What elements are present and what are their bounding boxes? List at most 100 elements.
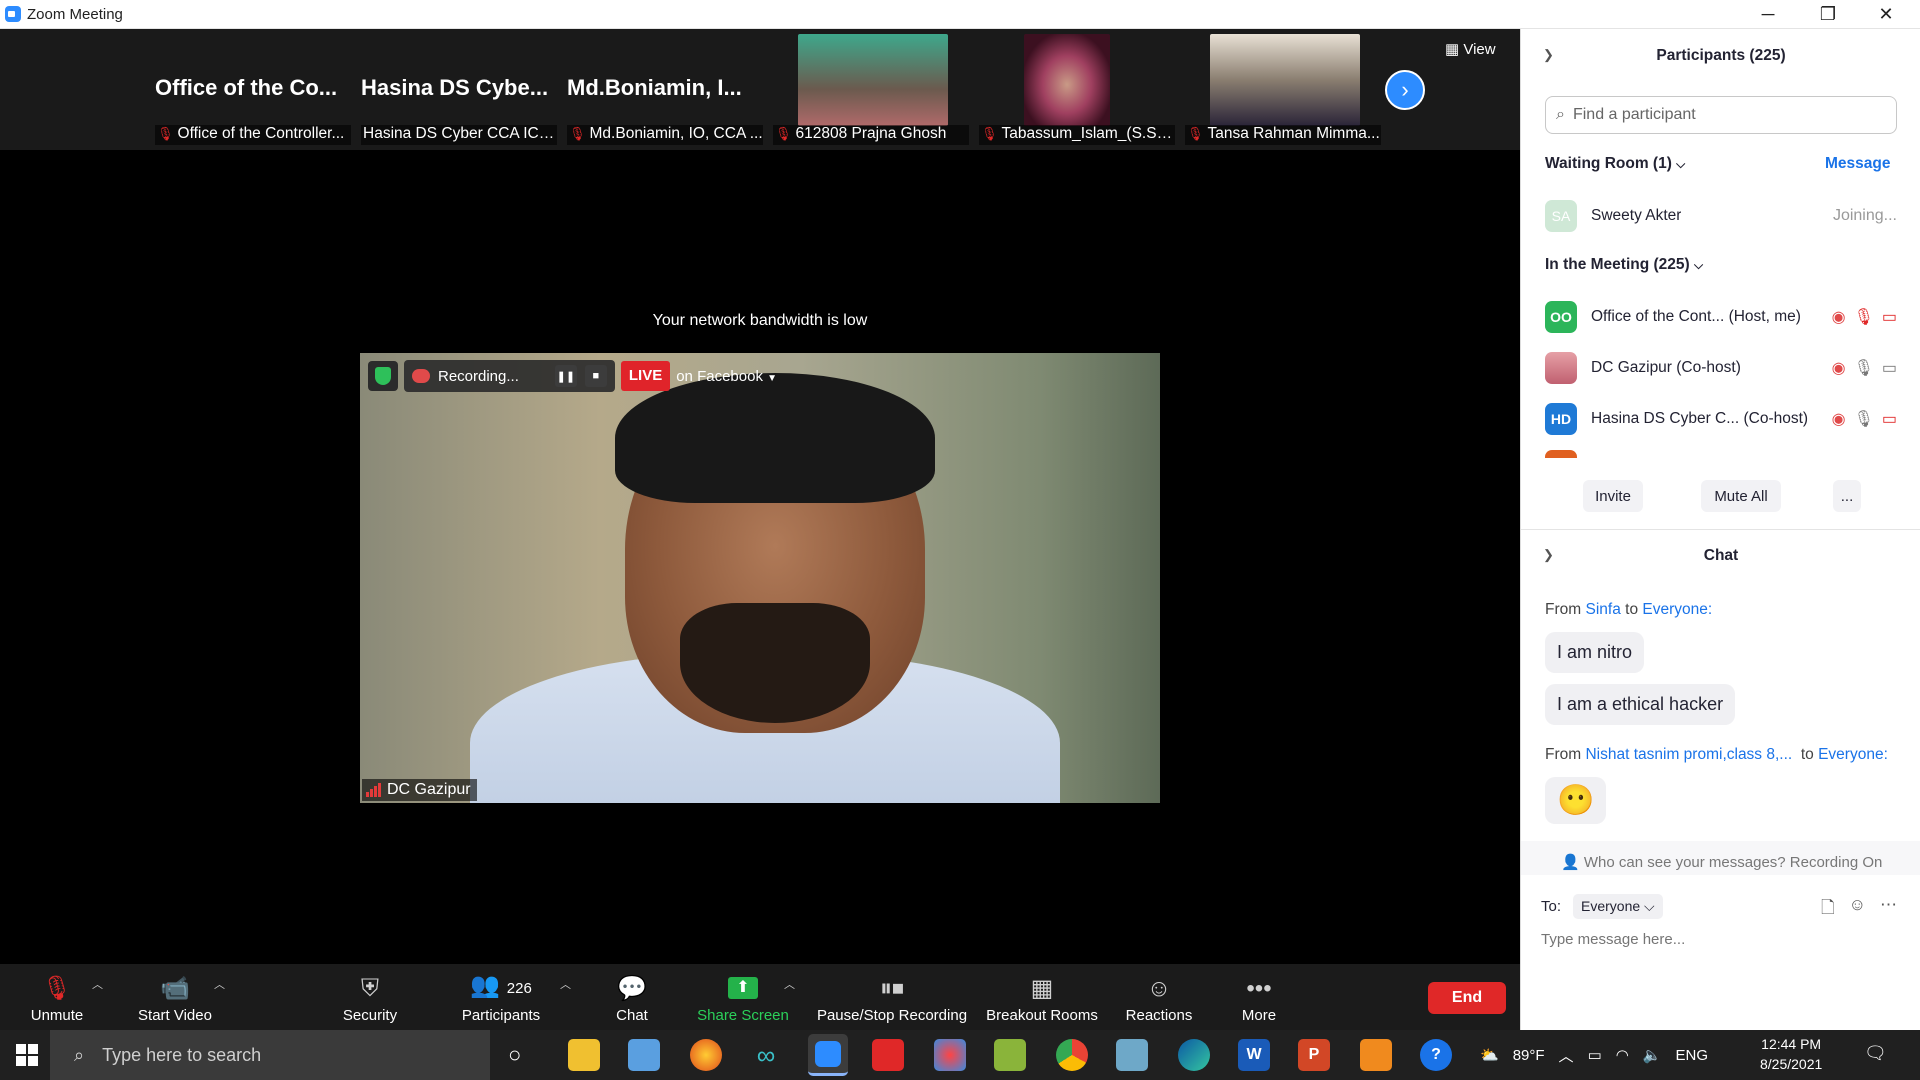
close-button[interactable]: ✕ — [1858, 0, 1914, 29]
minimize-button[interactable]: ─ — [1740, 0, 1796, 29]
file-explorer-icon[interactable] — [568, 1039, 600, 1071]
stop-recording-button[interactable]: ■ — [584, 365, 607, 387]
start-video-button[interactable]: 📹 Start Video — [128, 964, 222, 1030]
next-page-button[interactable]: › — [1385, 70, 1425, 110]
strip-tile[interactable]: 🎙 612808 Prajna Ghosh — [768, 29, 970, 150]
participants-caret[interactable]: ︿ — [560, 976, 571, 992]
live-destination-dropdown[interactable]: on Facebook ▼ — [676, 368, 777, 385]
weather-icon[interactable]: ⛅ — [1480, 1046, 1499, 1064]
pause-recording-button[interactable]: ❚❚ — [554, 365, 577, 387]
emoji-icon[interactable]: ☺ — [1849, 895, 1866, 924]
security-button[interactable]: ⛨ Security — [335, 964, 405, 1030]
strip-tile[interactable]: Md.Boniamin, I... 🎙 Md.Boniamin, IO, CCA … — [562, 29, 764, 150]
infinity-app-icon[interactable]: ∞ — [750, 1039, 782, 1071]
cloud-record-icon — [412, 369, 430, 383]
wifi-icon[interactable]: ◠ — [1616, 1046, 1629, 1064]
task-view-icon[interactable]: ○ — [508, 1042, 521, 1068]
chevron-down-icon: ⌵ — [1676, 157, 1686, 171]
language-indicator[interactable]: ENG — [1676, 1047, 1709, 1064]
store-icon[interactable] — [628, 1039, 660, 1071]
chat-message-input[interactable] — [1541, 931, 1901, 948]
participant-search-input[interactable]: ⌕ Find a participant — [1545, 96, 1897, 134]
video-options-caret[interactable]: ︿ — [214, 976, 225, 992]
windows-start-icon[interactable] — [16, 1044, 38, 1066]
participant-row[interactable]: OO Office of the Cont... (Host, me) ◉ 🎙 ▭ — [1545, 292, 1897, 342]
participant-row[interactable]: HD Hasina DS Cyber C... (Co-host) ◉ 🎙 ▭ — [1545, 394, 1897, 444]
in-meeting-header[interactable]: In the Meeting (225) ⌵ — [1545, 256, 1703, 274]
end-meeting-button[interactable]: End — [1428, 982, 1506, 1014]
taskbar-clock[interactable]: 12:44 PM 8/25/2021 — [1760, 1034, 1822, 1074]
file-icon[interactable]: 🗋 — [1821, 895, 1835, 924]
from-label: From — [1545, 746, 1582, 763]
invite-button[interactable]: Invite — [1583, 480, 1643, 512]
reactions-button[interactable]: ☺ Reactions — [1122, 964, 1196, 1030]
chrome-icon[interactable] — [1056, 1039, 1088, 1071]
waiting-room-header[interactable]: Waiting Room (1) ⌵ — [1545, 155, 1685, 173]
chat-button[interactable]: 💬 Chat — [602, 964, 662, 1030]
tile-name-label: Hasina DS Cyber CCA ICT ... — [361, 125, 557, 145]
recipient-name[interactable]: Everyone: — [1642, 601, 1712, 618]
unmute-button[interactable]: 🎙 Unmute — [22, 964, 92, 1030]
active-speaker-video: Recording... ❚❚ ■ LIVE on Facebook ▼ DC … — [360, 353, 1160, 803]
recipient-name[interactable]: Everyone: — [1818, 746, 1888, 763]
participant-name: Office of the Cont... — [1591, 308, 1725, 325]
edge-icon[interactable] — [1178, 1039, 1210, 1071]
mute-all-button[interactable]: Mute All — [1701, 480, 1781, 512]
paint-icon[interactable] — [934, 1039, 966, 1071]
firefox-icon[interactable] — [690, 1039, 722, 1071]
notifications-icon[interactable]: 🗨 — [1864, 1043, 1887, 1064]
anydesk-icon[interactable] — [872, 1039, 904, 1071]
recording-icon: ◉ — [1831, 309, 1846, 326]
caret-down-icon: ▼ — [767, 372, 778, 384]
taskbar-search-input[interactable]: ⌕ Type here to search — [50, 1030, 490, 1080]
participant-name: DC Gazipur (Co-host) — [1591, 359, 1741, 376]
chat-tools: 🗋 ☺ ⋯ — [1821, 895, 1897, 924]
audio-options-caret[interactable]: ︿ — [92, 976, 103, 992]
weather-temp[interactable]: 89°F — [1513, 1047, 1545, 1064]
pdf-app-icon[interactable] — [1360, 1039, 1392, 1071]
app-icon[interactable] — [994, 1039, 1026, 1071]
participant-row[interactable]: DC Gazipur (Co-host) ◉ 🎙 ▭ — [1545, 343, 1897, 393]
strip-tile[interactable]: Office of the Co... 🎙 Office of the Contr… — [150, 29, 352, 150]
side-panel: ❯ Participants (225) ⌕ Find a participant… — [1520, 29, 1920, 1030]
sender-name[interactable]: Nishat tasnim promi,class 8,... — [1585, 746, 1792, 763]
tile-name: Office of the Controller... — [177, 125, 345, 142]
strip-tile[interactable]: 🎙 Tansa Rahman Mimma... — [1180, 29, 1382, 150]
zoom-taskbar-icon[interactable] — [808, 1034, 848, 1076]
participants-more-button[interactable]: ... — [1833, 480, 1861, 512]
strip-tile[interactable]: 🎙 Tabassum_Islam_(S.S.V... — [974, 29, 1176, 150]
participants-count: 226 — [506, 980, 532, 997]
chat-privacy-info[interactable]: 👤 Who can see your messages? Recording O… — [1561, 853, 1882, 871]
share-screen-button[interactable]: ⬆ Share Screen — [696, 964, 790, 1030]
more-button[interactable]: ••• More — [1232, 964, 1286, 1030]
reactions-label: Reactions — [1125, 1007, 1193, 1024]
help-icon[interactable]: ? — [1420, 1039, 1452, 1071]
sender-name[interactable]: Sinfa — [1585, 601, 1620, 618]
recipient-dropdown[interactable]: Everyone ⌵ — [1573, 894, 1663, 919]
restore-button[interactable]: ❐ — [1800, 0, 1856, 29]
video-icon: ▭ — [1881, 360, 1897, 377]
ellipsis-icon[interactable]: ⋯ — [1880, 895, 1897, 924]
recording-indicator: Recording... ❚❚ ■ — [404, 360, 615, 392]
battery-icon[interactable]: ▭ — [1588, 1046, 1602, 1064]
participants-button[interactable]: 👥 226 Participants — [456, 964, 546, 1030]
view-button[interactable]: ▦ View — [1445, 40, 1496, 58]
security-shield-icon[interactable] — [368, 361, 398, 391]
app-icon[interactable] — [1116, 1039, 1148, 1071]
waiting-participant-row[interactable]: SA Sweety Akter Joining... — [1545, 191, 1897, 241]
strip-tile[interactable]: Hasina DS Cybe... Hasina DS Cyber CCA IC… — [356, 29, 558, 150]
muted-mic-icon: 🎙 — [157, 126, 174, 141]
muted-mic-icon: 🎙 — [1187, 126, 1204, 141]
breakout-rooms-button[interactable]: ▦ Breakout Rooms — [984, 964, 1100, 1030]
powerpoint-icon[interactable]: P — [1298, 1039, 1330, 1071]
to-label: To: — [1541, 898, 1562, 915]
chat-title: Chat — [1703, 547, 1739, 564]
message-waiting-button[interactable]: Message — [1825, 155, 1890, 173]
chevron-up-icon[interactable]: ︿ — [1559, 1045, 1574, 1066]
participant-video — [1210, 34, 1360, 126]
avatar: HD — [1545, 403, 1577, 435]
pause-stop-recording-button[interactable]: ⏸⏹ Pause/Stop Recording — [814, 964, 970, 1030]
share-options-caret[interactable]: ︿ — [784, 976, 795, 992]
word-icon[interactable]: W — [1238, 1039, 1270, 1071]
volume-icon[interactable]: 🔈 — [1643, 1046, 1662, 1064]
